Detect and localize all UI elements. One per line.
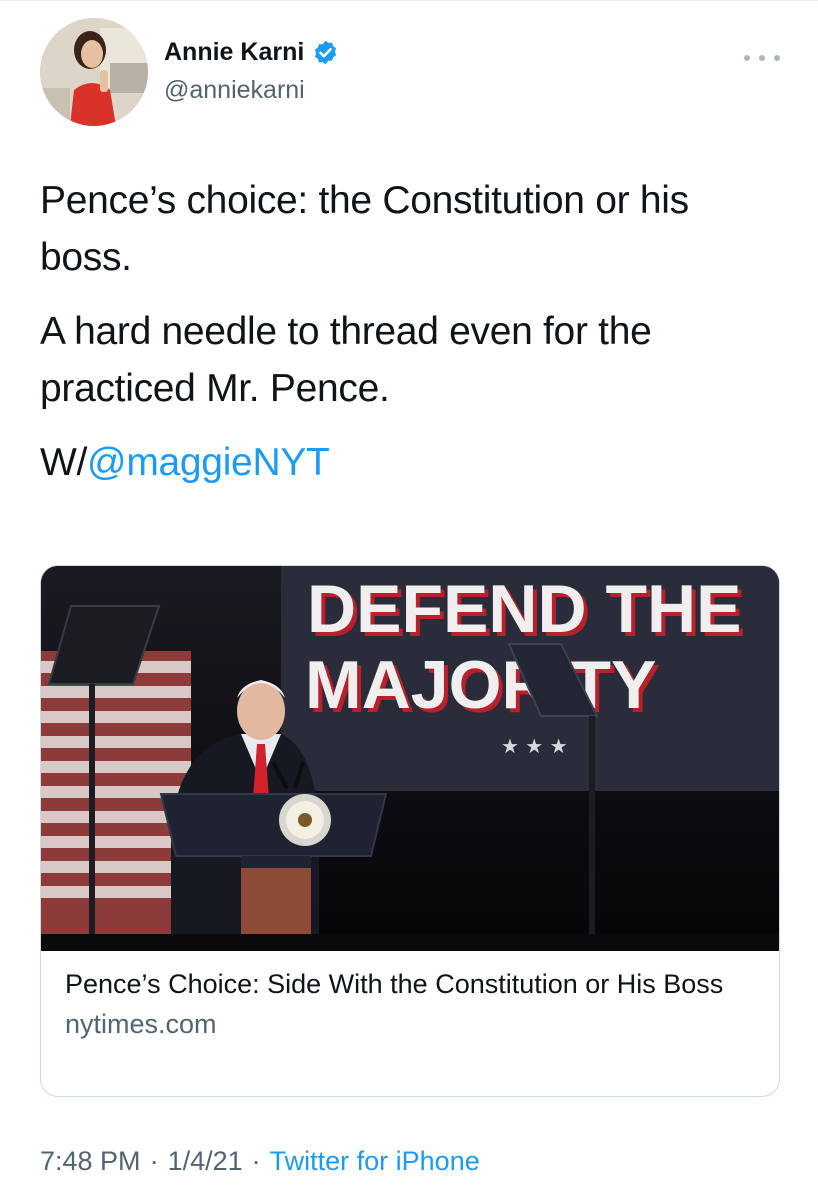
tweet-text: Pence’s choice: the Constitution or his … — [40, 172, 780, 508]
tweet-line-2: A hard needle to thread even for the pra… — [40, 310, 652, 410]
link-preview-card[interactable]: DEFEND THE DEFEND THE MAJORITY MAJORITY … — [40, 565, 780, 1097]
separator: · — [251, 1146, 261, 1176]
top-divider — [0, 0, 818, 1]
tweet-source-link[interactable]: Twitter for iPhone — [270, 1146, 480, 1177]
svg-text:DEFEND THE: DEFEND THE — [307, 571, 741, 647]
tweet-time[interactable]: 7:48 PM — [40, 1146, 141, 1177]
dot — [744, 55, 750, 61]
svg-text:MAJORITY: MAJORITY — [305, 647, 656, 723]
tweet-date[interactable]: 1/4/21 — [168, 1146, 243, 1177]
card-domain: nytimes.com — [65, 1009, 217, 1039]
tweet-meta: 7:48 PM · 1/4/21 · Twitter for iPhone — [40, 1146, 480, 1177]
svg-text:★ ★ ★: ★ ★ ★ — [501, 734, 568, 758]
tweet-line-3-prefix: W/ — [40, 441, 88, 484]
tweet-line-1: Pence’s choice: the Constitution or his … — [40, 179, 689, 279]
handle[interactable]: @anniekarni — [164, 76, 305, 105]
dot — [759, 55, 765, 61]
avatar[interactable] — [40, 18, 148, 126]
mention-link[interactable]: @maggieNYT — [87, 441, 330, 484]
separator: · — [149, 1146, 159, 1176]
card-title[interactable]: Pence’s Choice: Side With the Constituti… — [65, 966, 755, 1003]
dot — [774, 55, 780, 61]
tweet-header: Annie Karni @anniekarni — [40, 18, 780, 128]
verified-badge-icon — [312, 39, 339, 66]
card-caption[interactable]: Pence’s Choice: Side With the Constituti… — [65, 966, 755, 1043]
more-options-icon[interactable] — [744, 50, 780, 66]
tweet-line-3: W/@maggieNYT — [40, 434, 780, 491]
card-image[interactable]: DEFEND THE DEFEND THE MAJORITY MAJORITY … — [41, 566, 779, 951]
display-name[interactable]: Annie Karni — [164, 38, 304, 67]
